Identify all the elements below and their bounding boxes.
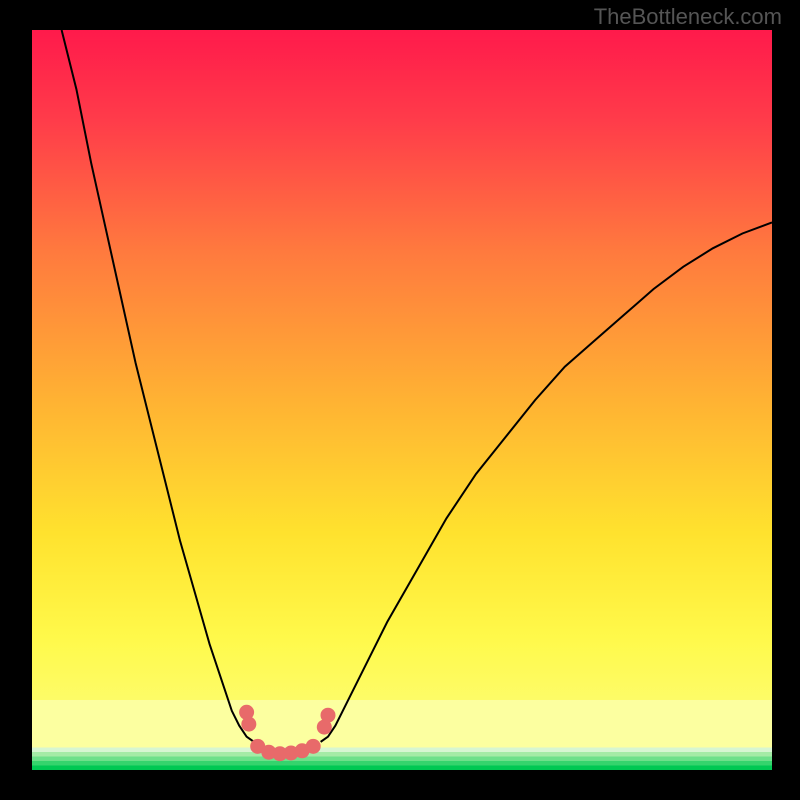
green-bands	[32, 748, 772, 771]
bottleneck-chart	[0, 0, 800, 800]
chart-plot-area	[32, 30, 772, 770]
watermark-text: TheBottleneck.com	[594, 4, 782, 30]
yellow-bands	[32, 700, 772, 748]
